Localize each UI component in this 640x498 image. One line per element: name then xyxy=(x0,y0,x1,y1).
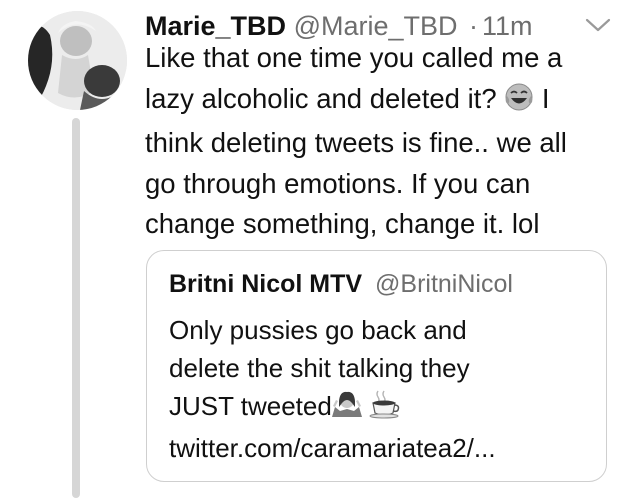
tweet-body: Like that one time you called me a lazy … xyxy=(145,38,617,245)
author-handle[interactable]: @Marie_TBD xyxy=(294,11,458,41)
woman-shrugging-emoji xyxy=(331,389,362,429)
tweet-line: think deleting tweets is fine.. we all xyxy=(145,127,567,158)
quoted-tweet-link[interactable]: twitter.com/caramariatea2/... xyxy=(169,429,589,467)
author-name[interactable]: Marie_TBD xyxy=(145,11,286,41)
avatar-photo xyxy=(28,11,127,110)
tweet-line-text: I xyxy=(541,82,550,114)
author-avatar[interactable] xyxy=(28,11,127,110)
quoted-author-handle: @BritniNicol xyxy=(375,270,513,298)
quoted-tweet-line: delete the shit talking they xyxy=(169,353,470,383)
quoted-author-name: Britni Nicol MTV xyxy=(169,270,363,298)
quoted-tweet-line: JUST tweeted xyxy=(169,387,589,429)
chevron-down-icon[interactable] xyxy=(584,15,612,35)
coffee-cup-emoji xyxy=(369,389,401,429)
quoted-tweet-card[interactable]: Britni Nicol MTV @BritniNicol Only pussi… xyxy=(146,250,607,482)
quoted-tweet-line: Only pussies go back and xyxy=(169,315,467,345)
tears-of-joy-emoji xyxy=(504,82,534,124)
quoted-tweet-body: Only pussies go back and delete the shit… xyxy=(169,311,589,467)
tweet-line: go through emotions. If you can xyxy=(145,167,531,199)
tweet-line: Like that one time you called me a xyxy=(145,42,563,73)
tweet-line: change something, change it. lol xyxy=(145,208,540,239)
tweet-line: lazy alcoholic and deleted it? I xyxy=(145,79,617,124)
quoted-tweet-header: Britni Nicol MTV @BritniNicol xyxy=(169,268,513,300)
tweet-timestamp[interactable]: 11m xyxy=(482,11,533,41)
tweet-line-text: lazy alcoholic and deleted it? xyxy=(145,82,497,114)
quoted-tweet-line-text: JUST tweeted xyxy=(169,391,332,421)
thread-connector-line xyxy=(72,118,80,498)
header-separator: · xyxy=(469,11,479,41)
